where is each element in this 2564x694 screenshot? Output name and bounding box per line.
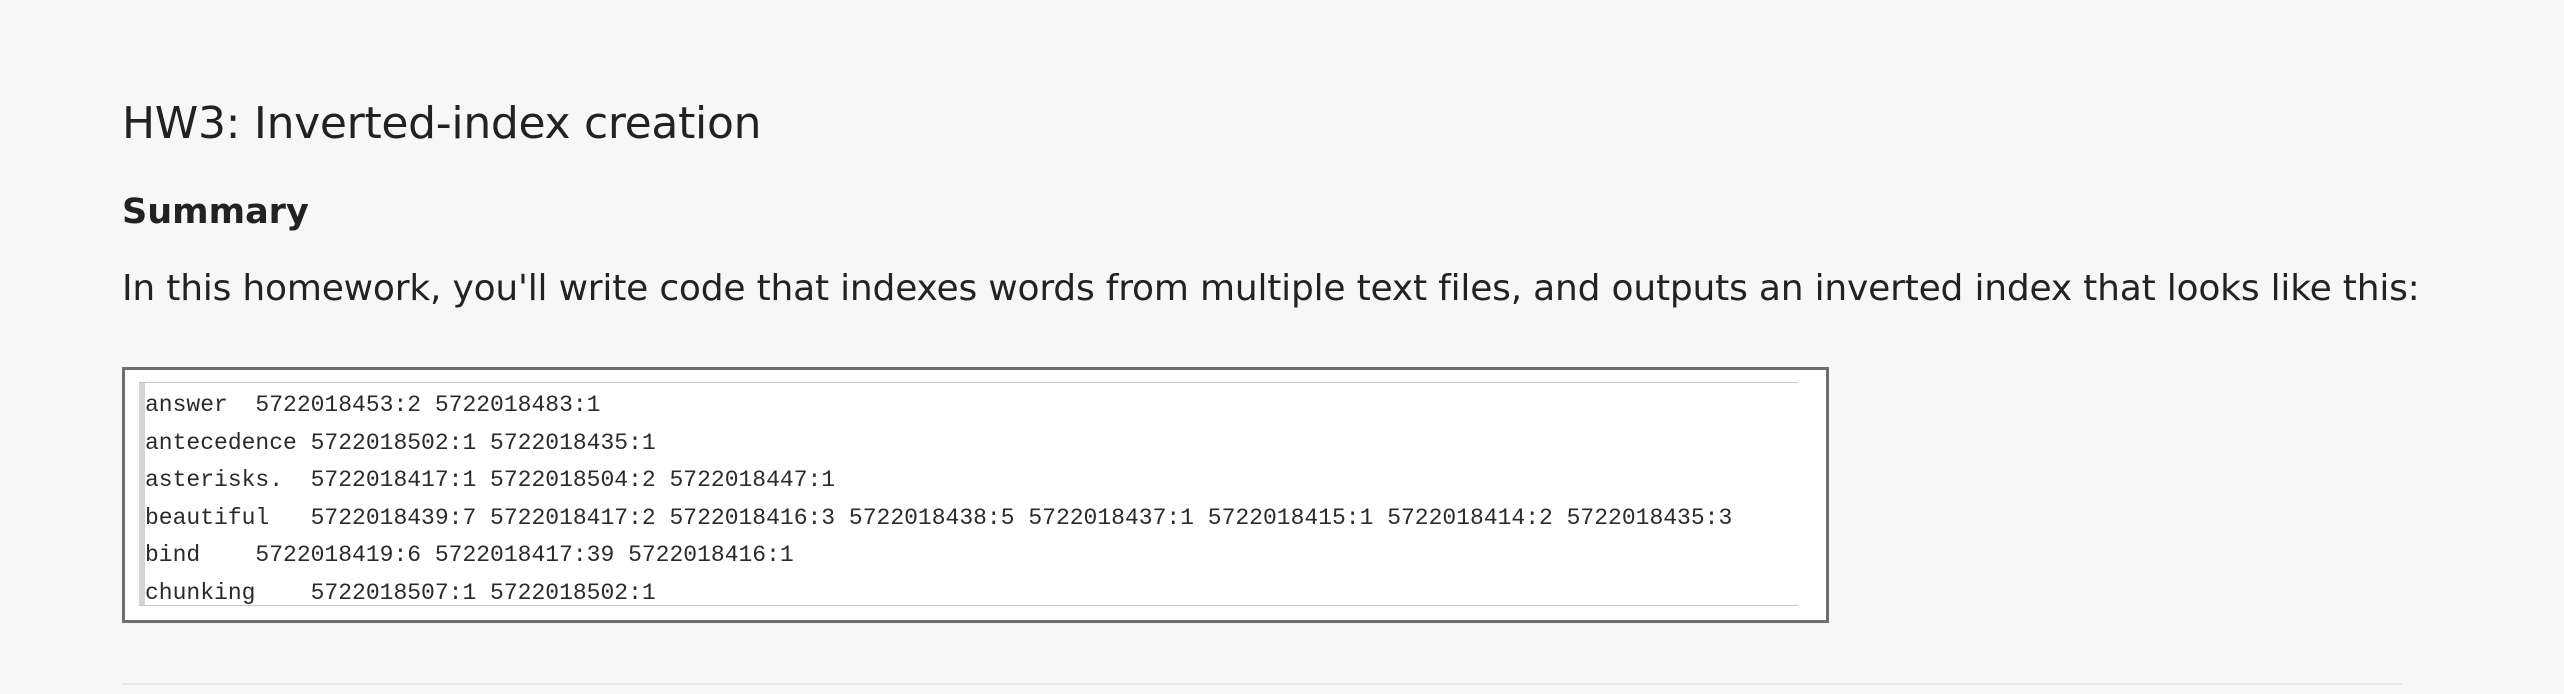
intro-paragraph: In this homework, you'll write code that…: [122, 268, 2420, 309]
index-line: chunking 5722018507:1 5722018502:1: [145, 579, 656, 606]
page-title: HW3: Inverted-index creation: [122, 98, 762, 149]
index-line: answer 5722018453:2 5722018483:1: [145, 392, 601, 418]
index-line: antecedence 5722018502:1 5722018435:1: [145, 429, 656, 456]
index-line: bind 5722018419:6 5722018417:39 57220184…: [145, 542, 794, 568]
index-line: asterisks. 5722018417:1 5722018504:2 572…: [145, 467, 836, 493]
index-text-view: answer 5722018453:2 5722018483:1 anteced…: [139, 382, 1798, 606]
summary-heading: Summary: [122, 192, 309, 232]
index-line: beautiful 5722018439:7 5722018417:2 5722…: [145, 504, 1733, 531]
inverted-index-example-image: answer 5722018453:2 5722018483:1 anteced…: [122, 367, 1829, 623]
index-lines: answer 5722018453:2 5722018483:1 anteced…: [145, 387, 1732, 612]
section-divider: [122, 683, 2402, 685]
